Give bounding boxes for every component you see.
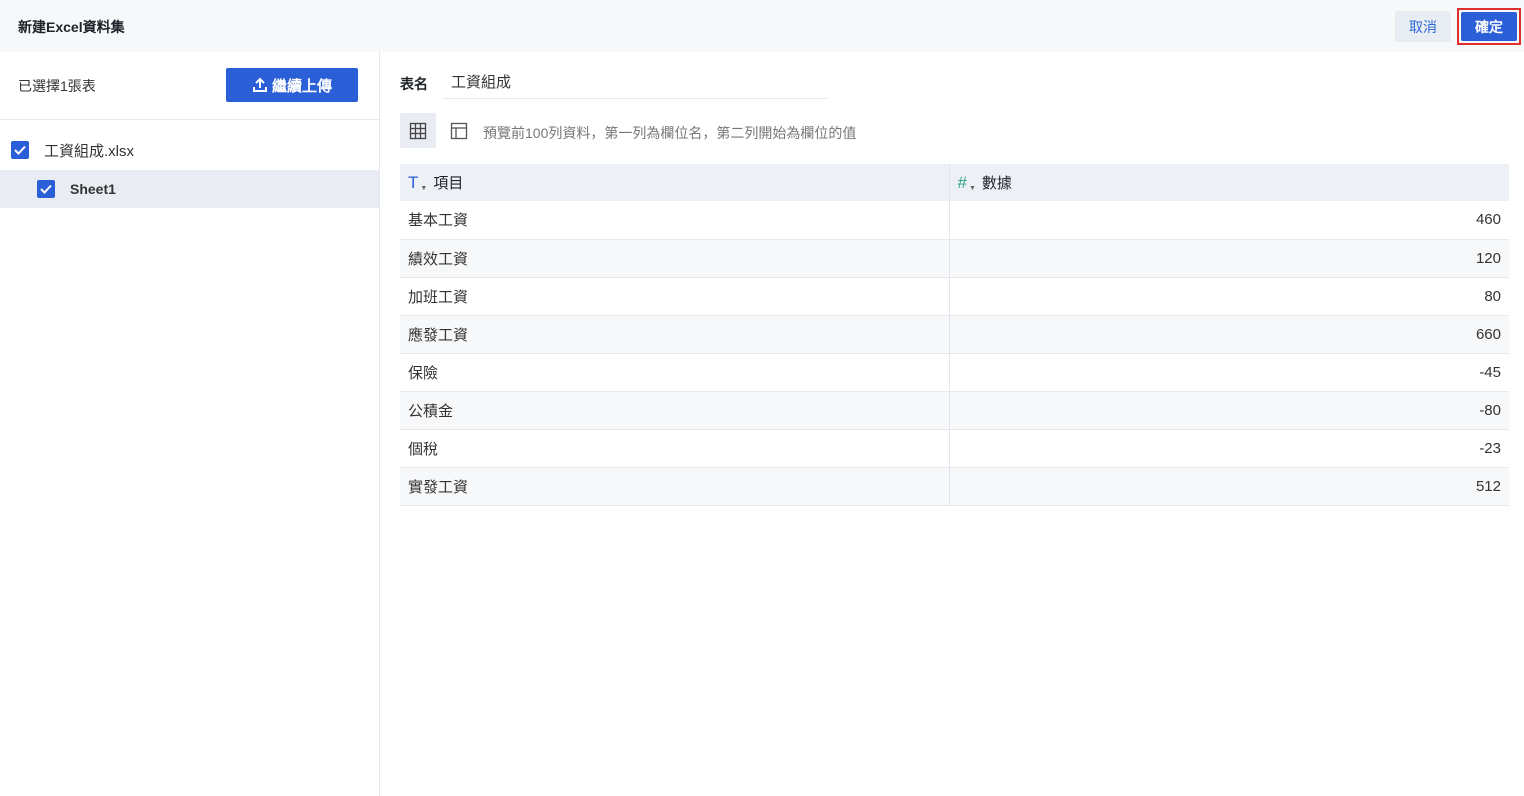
- table-row: 個稅 -23: [400, 429, 1509, 468]
- layout-icon: [450, 122, 468, 140]
- table-cell: 個稅: [400, 429, 950, 468]
- table-row: 保險 -45: [400, 353, 1509, 392]
- table-row: 實發工資 512: [400, 467, 1509, 506]
- check-icon: [14, 145, 26, 155]
- dialog-header: 新建Excel資料集 取消 確定: [0, 0, 1524, 52]
- sheet-checkbox[interactable]: [37, 180, 55, 198]
- cancel-button[interactable]: 取消: [1395, 11, 1451, 42]
- table-name-input[interactable]: [443, 64, 827, 99]
- table-row: 加班工資 80: [400, 277, 1509, 316]
- caret-down-icon[interactable]: ▼: [420, 185, 427, 192]
- table-cell: 512: [949, 467, 1509, 506]
- column-name: 數據: [981, 175, 1012, 192]
- table-cell: 加班工資: [400, 277, 950, 316]
- file-checkbox[interactable]: [11, 141, 29, 159]
- upload-icon: [252, 77, 267, 92]
- preview-hint: 預覽前100列資料，第一列為欄位名，第二列開始為欄位的值: [483, 125, 857, 141]
- layout-view-button[interactable]: [447, 119, 471, 143]
- table-name-label: 表名: [400, 76, 428, 92]
- preview-panel: 表名 預覽前100列資料，第一列為欄位名，第二列開始為欄位的值 T ▼: [381, 52, 1524, 796]
- table-cell: 120: [949, 239, 1509, 278]
- selected-count: 已選擇1張表: [18, 78, 96, 94]
- sheet-name: Sheet1: [70, 181, 116, 197]
- table-row: 基本工資 460: [400, 201, 1509, 240]
- dialog-title: 新建Excel資料集: [18, 19, 125, 35]
- column-header-item[interactable]: T ▼ 項目: [400, 164, 950, 201]
- table-row: 公積金 -80: [400, 391, 1509, 430]
- table-cell: -23: [949, 429, 1509, 468]
- table-cell: 保險: [400, 353, 950, 392]
- table-header-row: T ▼ 項目 # ▼ 數據: [400, 164, 1509, 201]
- column-name: 項目: [433, 175, 464, 192]
- table-row: 應發工資 660: [400, 315, 1509, 354]
- table-cell: 80: [949, 277, 1509, 316]
- number-type-icon[interactable]: #: [958, 173, 967, 193]
- table-row: 績效工資 120: [400, 239, 1509, 278]
- check-icon: [40, 184, 52, 194]
- divider: [0, 119, 379, 120]
- table-cell: 實發工資: [400, 467, 950, 506]
- table-cell: 應發工資: [400, 315, 950, 354]
- table-cell: -80: [949, 391, 1509, 430]
- file-name: 工資組成.xlsx: [44, 142, 135, 160]
- table-cell: 績效工資: [400, 239, 950, 278]
- continue-upload-button[interactable]: 繼續上傳: [226, 68, 358, 102]
- table-cell: -45: [949, 353, 1509, 392]
- preview-table: T ▼ 項目 # ▼ 數據 基本工資 460 績效工資 120 加班工資 80 …: [400, 164, 1509, 506]
- text-type-icon[interactable]: T: [408, 173, 418, 193]
- table-cell: 基本工資: [400, 201, 950, 240]
- column-header-data[interactable]: # ▼ 數據: [949, 164, 1509, 201]
- confirm-highlight: 確定: [1457, 8, 1521, 45]
- grid-view-button[interactable]: [400, 113, 436, 148]
- sheet-item[interactable]: Sheet1: [0, 170, 379, 208]
- file-item[interactable]: 工資組成.xlsx: [0, 132, 379, 168]
- table-cell: 公積金: [400, 391, 950, 430]
- grid-icon: [409, 122, 427, 139]
- sheet-selection-panel: 已選擇1張表 繼續上傳 工資組成.xlsx Sheet1: [0, 52, 380, 796]
- continue-upload-label: 繼續上傳: [271, 77, 332, 95]
- confirm-button[interactable]: 確定: [1461, 12, 1517, 41]
- table-cell: 460: [949, 201, 1509, 240]
- caret-down-icon[interactable]: ▼: [969, 185, 976, 192]
- table-cell: 660: [949, 315, 1509, 354]
